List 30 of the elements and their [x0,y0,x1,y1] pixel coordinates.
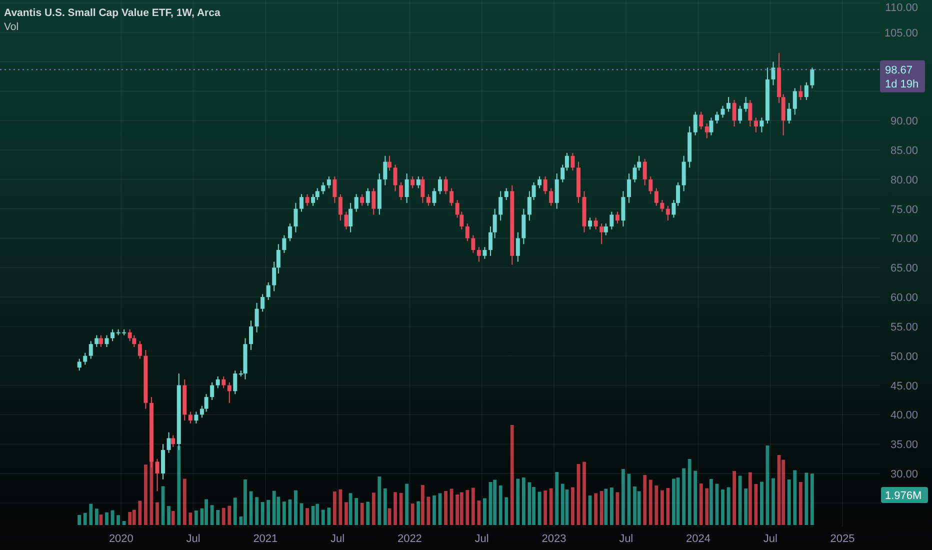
axis-label: 2021 [253,533,278,545]
axis-label: 75.00 [890,204,918,216]
axis-label: 110.00 [885,2,918,14]
volume-badge: 1.976M [881,487,928,503]
axis-label: 40.00 [890,410,918,422]
axis-label: Jul [474,533,489,545]
axis-label: 90.00 [890,116,918,128]
axis-label: 65.00 [890,262,918,275]
axis-label: 80.00 [890,174,918,186]
axis-label: 2022 [397,533,422,545]
axis-label: Jul [763,533,778,545]
axis-label: 45.00 [890,380,918,392]
price-badge: 98.67 1d 19h [880,60,925,92]
axis-label: 2025 [830,533,855,545]
axis-label: 2024 [686,533,710,545]
volume-label: Vol [4,21,19,33]
axis-label: 50.00 [890,350,918,363]
axis-label: 70.00 [890,233,918,246]
axis-label: 60.00 [890,292,918,304]
axis-label: 2023 [542,533,566,545]
axis-label: Jul [186,533,200,545]
axis-label: 30.00 [890,468,918,480]
axis-label: 105.00 [884,27,918,40]
axis-label: 35.00 [890,439,918,452]
axis-label: Jul [619,533,634,545]
chart-title: Avantis U.S. Small Cap Value ETF, 1W, Arca [4,7,220,19]
axis-label: 55.00 [890,321,918,334]
axis-label: 2020 [108,533,134,545]
axis-label: Jul [330,533,345,545]
axis-label: 85.00 [890,144,918,157]
